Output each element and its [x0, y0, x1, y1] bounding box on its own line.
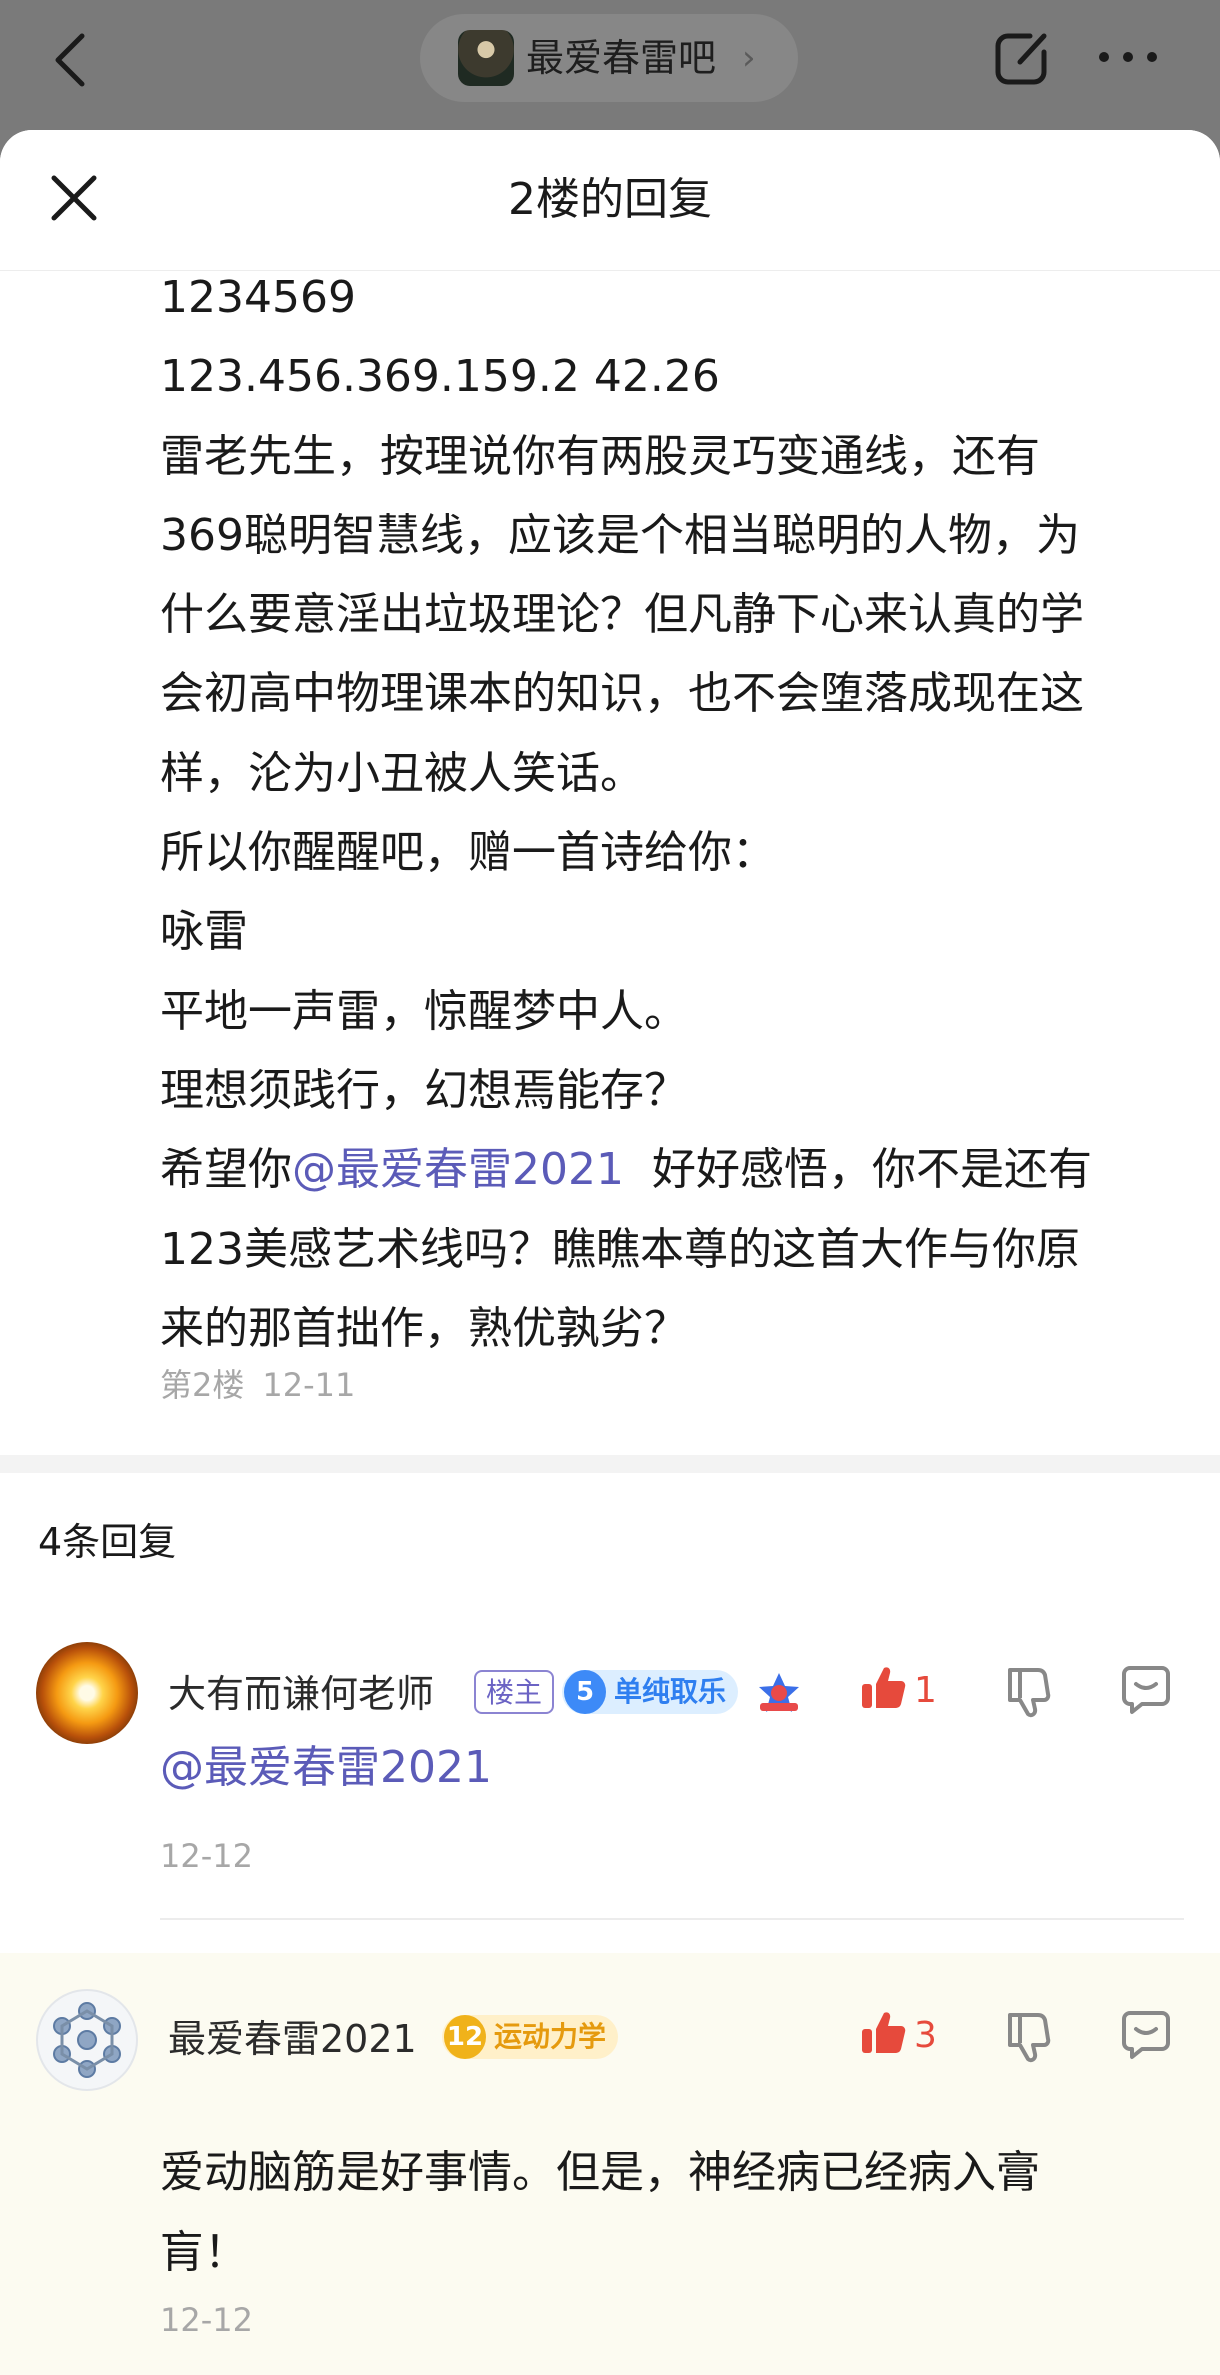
forum-avatar	[458, 30, 514, 86]
level-title: 单纯取乐	[614, 1675, 727, 1708]
post-line: 会初高中物理课本的知识，也不会堕落成现在这	[160, 668, 1084, 720]
back-arrow-icon[interactable]	[48, 30, 92, 90]
level-number: 5	[564, 1670, 606, 1714]
like-button[interactable]: 1	[858, 1662, 937, 1716]
forum-name-pill[interactable]: 最爱春雷吧 ›	[420, 14, 798, 102]
reply-time: 12-12	[160, 2301, 253, 2339]
comment-icon[interactable]	[1120, 2007, 1172, 2063]
thumb-down-icon[interactable]	[1002, 1664, 1054, 1720]
like-count: 1	[914, 1670, 937, 1711]
post-date: 12-11	[262, 1366, 356, 1404]
thumb-down-icon[interactable]	[1002, 2009, 1054, 2065]
avatar[interactable]	[36, 1642, 138, 1744]
owner-badge: 楼主	[474, 1670, 555, 1714]
post-line: 样，沦为小丑被人笑话。	[160, 747, 644, 799]
forum-name: 最爱春雷吧	[526, 36, 717, 80]
sheet-header: 2楼的回复	[0, 130, 1220, 271]
like-count: 3	[914, 2015, 937, 2056]
section-divider	[0, 1455, 1220, 1473]
like-button[interactable]: 3	[858, 2007, 937, 2061]
level-number: 12	[444, 2015, 486, 2059]
post-line-with-mention: 希望你@最爱春雷2021 好好感悟，你不是还有	[160, 1130, 1180, 1209]
floor-post-content: 1234569 123.456.369.159.2 42.26 雷老先生，按理说…	[160, 258, 1180, 1368]
reply-item: 最爱春雷2021 12 运动力学 3 爱动脑筋是好事情。但是，神经病已经病入膏 …	[0, 1953, 1220, 2375]
avatar[interactable]	[36, 1989, 138, 2091]
comment-icon[interactable]	[1120, 1662, 1172, 1718]
user-mention-link[interactable]: @最爱春雷2021	[292, 1144, 624, 1195]
reply-time: 12-12	[160, 1837, 253, 1875]
share-icon[interactable]	[990, 28, 1052, 90]
reply-text-line: 爱动脑筋是好事情。但是，神经病已经病入膏	[160, 2147, 1040, 2198]
level-badge: 5 单纯取乐	[562, 1670, 738, 1714]
post-line: 平地一声雷，惊醒梦中人。	[160, 985, 688, 1037]
reply-text: 爱动脑筋是好事情。但是，神经病已经病入膏 肓！	[160, 2133, 1040, 2293]
post-text: 希望你	[160, 1144, 292, 1196]
post-line: 什么要意淫出垃圾理论？但凡静下心来认真的学	[160, 589, 1084, 641]
post-line: 理想须践行，幻想焉能存？	[160, 1064, 688, 1116]
reply-text-line: 肓！	[160, 2227, 248, 2278]
replies-sheet: 2楼的回复 1234569 123.456.369.159.2 42.26 雷老…	[0, 130, 1220, 2375]
post-meta: 第2楼 12-11	[160, 1363, 373, 1407]
post-text: 好好感悟，你不是还有	[623, 1144, 1092, 1196]
post-line: 123美感艺术线吗？瞧瞧本尊的这首大作与你原	[160, 1223, 1080, 1275]
sheet-title: 2楼的回复	[508, 174, 712, 225]
level-title: 运动力学	[494, 2020, 607, 2053]
thumb-up-icon	[862, 1667, 906, 1708]
top-bar: 最爱春雷吧 ›	[0, 0, 1220, 130]
post-line: 来的那首拙作，熟优孰劣？	[160, 1302, 688, 1354]
username[interactable]: 大有而谦何老师	[168, 1668, 434, 1720]
post-line: 369聪明智慧线，应该是个相当聪明的人物，为	[160, 509, 1080, 561]
reply-text: @最爱春雷2021	[160, 1728, 492, 1808]
chevron-right-icon: ›	[742, 38, 756, 78]
username[interactable]: 最爱春雷2021	[168, 2013, 417, 2065]
more-icon[interactable]	[1096, 42, 1160, 72]
reply-count: 4条回复	[38, 1520, 177, 1564]
thumb-up-icon	[862, 2012, 906, 2053]
post-line: 雷老先生，按理说你有两股灵巧变通线，还有	[160, 430, 1040, 482]
honor-icon	[756, 1670, 802, 1716]
post-line: 123.456.369.159.2 42.26	[160, 351, 720, 403]
post-line: 所以你醒醒吧，赠一首诗给你：	[160, 827, 776, 879]
level-badge: 12 运动力学	[442, 2015, 618, 2059]
post-line: 咏雷	[160, 906, 248, 958]
floor-number: 第2楼	[160, 1366, 245, 1404]
reply-separator	[160, 1918, 1184, 1920]
user-mention-link[interactable]: @最爱春雷2021	[160, 1742, 492, 1793]
